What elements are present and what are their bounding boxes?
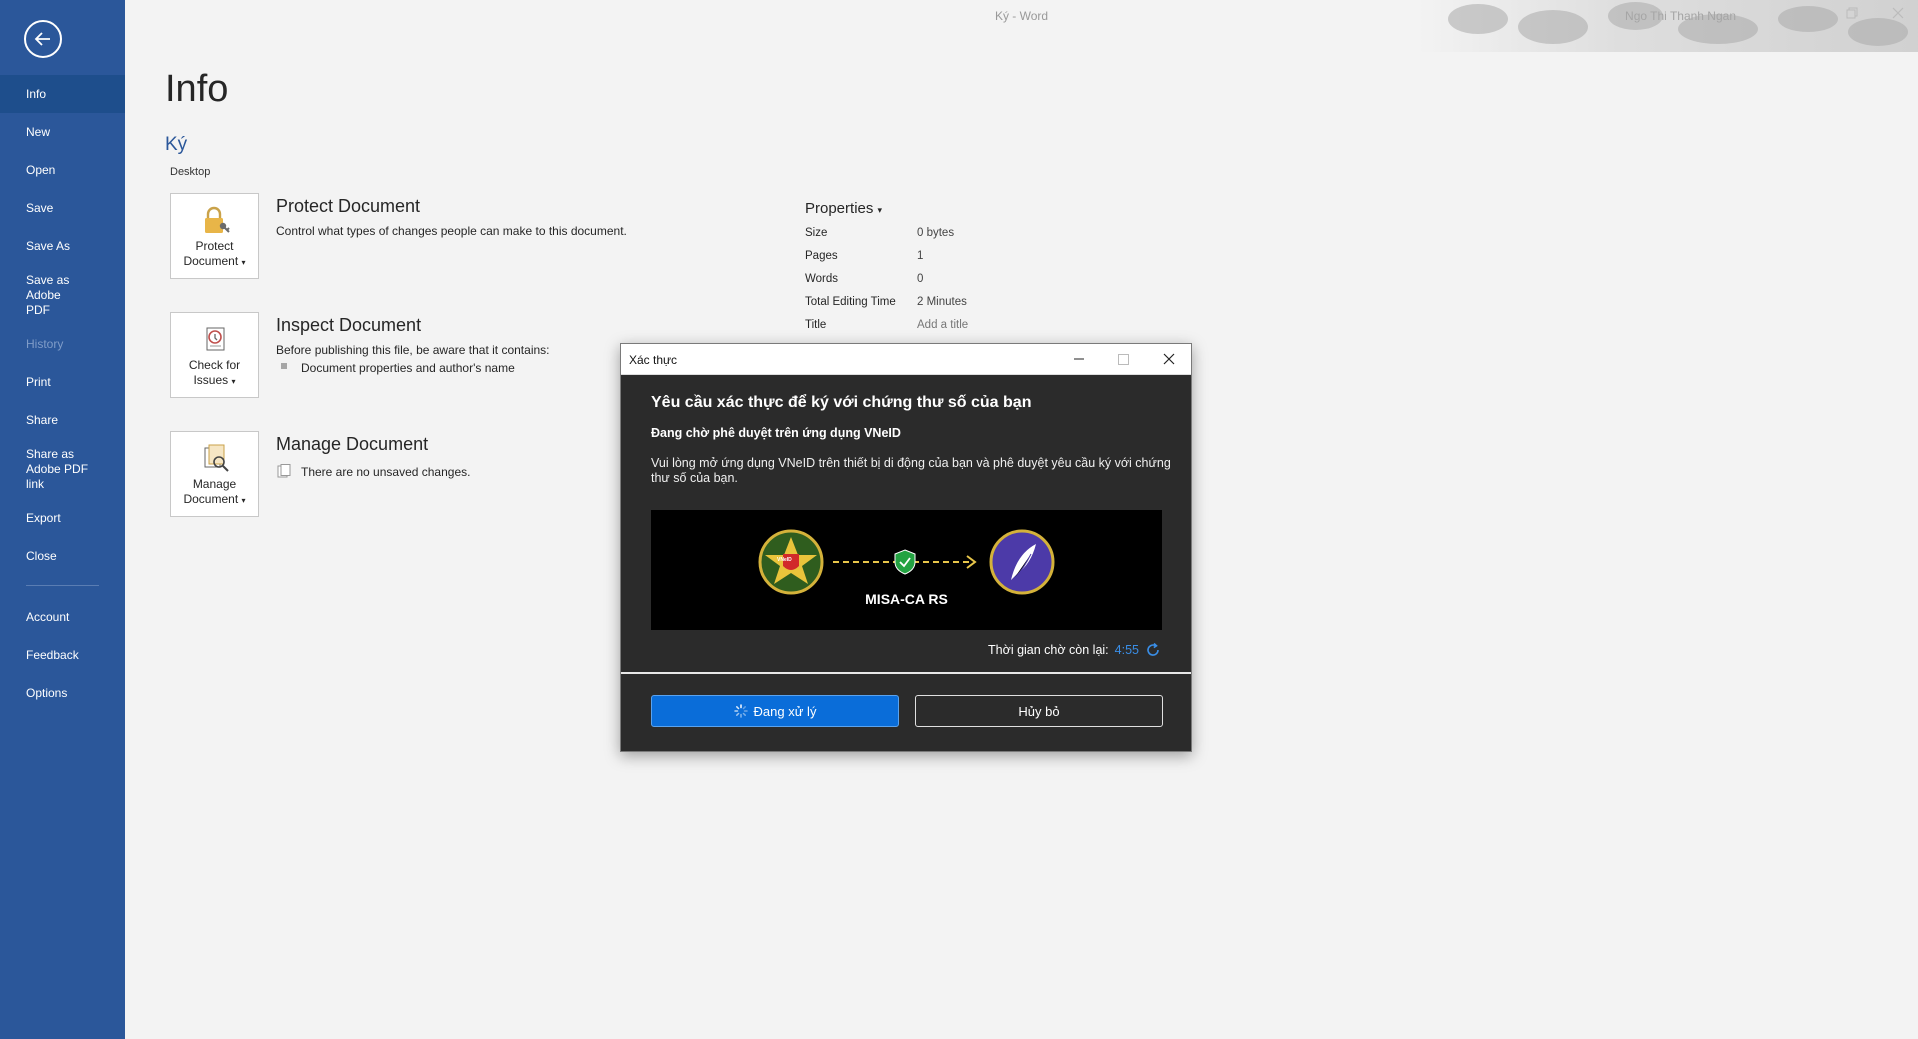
nav-item-open[interactable]: Open (0, 151, 125, 189)
dialog-heading: Yêu cầu xác thực để ký với chứng thư số … (651, 394, 1032, 411)
close-window-button[interactable] (1892, 6, 1904, 22)
inspect-section-title: Inspect Document (276, 315, 422, 335)
manage-section-desc: There are no unsaved changes. (301, 465, 471, 479)
refresh-icon[interactable] (1145, 642, 1161, 658)
dialog-close-button[interactable] (1146, 344, 1191, 374)
property-row-title: Title Add a title (805, 319, 1105, 342)
manage-document-button[interactable]: Manage Document ▾ (170, 431, 259, 517)
processing-button-label: Đang xử lý (753, 703, 817, 719)
back-arrow-icon (34, 32, 50, 46)
nav-item-save[interactable]: Save (0, 189, 125, 227)
nav-item-close[interactable]: Close (0, 537, 125, 575)
check-for-issues-button[interactable]: Check for Issues ▾ (170, 312, 259, 398)
page-title: Info (165, 68, 229, 110)
inspect-bullet-item: Document properties and author's name (301, 361, 515, 375)
spinner-icon (733, 704, 748, 718)
title-background-art (1418, 0, 1918, 52)
property-value: 0 bytes (917, 227, 955, 239)
auth-dialog: Xác thực Yêu cầu xác thực để ký với chứn… (620, 343, 1192, 752)
vneid-misa-banner: VNeID MISA-CA RS (651, 510, 1162, 630)
protect-section-desc: Control what types of changes people can… (276, 224, 627, 238)
nav-divider (26, 585, 99, 586)
title-property-input[interactable]: Add a title (917, 319, 968, 331)
dialog-subheading: Đang chờ phê duyệt trên ứng dụng VNeID (651, 426, 901, 440)
backstage-nav: Info New Open Save Save As Save as Adobe… (0, 0, 125, 1039)
back-button[interactable] (24, 20, 62, 58)
inspect-tile-label-1: Check for (188, 358, 241, 372)
property-label: Title (805, 319, 827, 331)
properties-dropdown[interactable]: Properties ▾ (805, 200, 882, 217)
window-titlebar: Ký - Word Ngo Thi Thanh Ngan (125, 0, 1918, 52)
protect-tile-label-1: Protect (195, 239, 234, 253)
property-label: Words (805, 273, 839, 285)
maximize-icon (1118, 353, 1129, 365)
properties-table: Size 0 bytes Pages 1 Words 0 Total Editi… (805, 227, 1105, 342)
timer-label: Thời gian chờ còn lại: (988, 643, 1109, 657)
inspect-document-icon (206, 327, 224, 351)
close-icon (1163, 353, 1174, 365)
cancel-button[interactable]: Hủy bỏ (915, 695, 1163, 727)
document-location[interactable]: Desktop (170, 166, 210, 178)
nav-item-account[interactable]: Account (0, 598, 125, 636)
dialog-divider (621, 672, 1191, 674)
property-value: 2 Minutes (917, 296, 967, 308)
nav-item-save-as[interactable]: Save As (0, 227, 125, 265)
restore-icon (1846, 7, 1858, 19)
dialog-body-text: Vui lòng mở ứng dụng VNeID trên thiết bị… (651, 456, 1171, 485)
nav-item-feedback[interactable]: Feedback (0, 636, 125, 674)
dialog-maximize-button (1101, 344, 1146, 374)
inspect-tile-label-2: Issues ▾ (193, 373, 236, 387)
nav-item-info[interactable]: Info (0, 75, 125, 113)
protect-tile-label-2: Document ▾ (183, 254, 246, 268)
nav-item-history: History (26, 336, 64, 351)
nav-item-share-adobe-pdf-link[interactable]: Share as Adobe PDF link (0, 439, 115, 499)
property-row-pages: Pages 1 (805, 250, 1105, 273)
properties-panel: Properties ▾ Size 0 bytes Pages 1 Words … (805, 200, 968, 331)
nav-list: Info New Open Save Save As Save as Adobe… (0, 75, 125, 712)
document-name: Ký (165, 134, 188, 155)
manage-tile-label-2: Document ▾ (183, 492, 246, 506)
restore-window-button[interactable] (1846, 6, 1858, 22)
inspect-section-desc: Before publishing this file, be aware th… (276, 343, 550, 357)
cancel-button-label: Hủy bỏ (1018, 703, 1060, 719)
close-icon (1892, 7, 1904, 19)
property-label: Size (805, 227, 828, 239)
banner-label: MISA-CA RS (865, 591, 948, 607)
nav-item-new[interactable]: New (0, 113, 125, 151)
user-name[interactable]: Ngo Thi Thanh Ngan (1625, 9, 1736, 23)
nav-item-save-as-adobe-pdf[interactable]: Save as Adobe PDF (0, 265, 110, 325)
property-value: 0 (917, 273, 924, 285)
property-label: Total Editing Time (805, 296, 896, 308)
manage-document-icon (204, 444, 229, 472)
dialog-titlebar: Xác thực (621, 344, 1191, 375)
timer-value: 4:55 (1114, 643, 1139, 657)
processing-button[interactable]: Đang xử lý (651, 695, 899, 727)
dialog-minimize-button[interactable] (1056, 344, 1101, 374)
protect-section-title: Protect Document (276, 196, 421, 216)
nav-item-export[interactable]: Export (0, 499, 125, 537)
manage-tile-label-1: Manage (192, 477, 237, 491)
property-label: Pages (805, 250, 838, 262)
nav-item-print[interactable]: Print (0, 363, 125, 401)
manage-section-title: Manage Document (276, 434, 429, 454)
protect-document-button[interactable]: Protect Document ▾ (170, 193, 259, 279)
document-status-icon (277, 464, 291, 478)
property-value: 1 (917, 250, 924, 262)
countdown-timer: Thời gian chờ còn lại: 4:55 (988, 642, 1161, 658)
nav-item-options[interactable]: Options (0, 674, 125, 712)
vneid-emblem-text: VNeID (777, 557, 792, 563)
property-row-editing-time: Total Editing Time 2 Minutes (805, 296, 1105, 319)
dialog-title: Xác thực (629, 353, 678, 367)
lock-key-icon (204, 206, 230, 233)
minimize-icon (1073, 358, 1084, 360)
property-row-size: Size 0 bytes (805, 227, 1105, 250)
connection-graphic (758, 529, 1055, 595)
property-row-words: Words 0 (805, 273, 1105, 296)
bullet-marker (281, 363, 287, 369)
nav-item-share[interactable]: Share (0, 401, 125, 439)
